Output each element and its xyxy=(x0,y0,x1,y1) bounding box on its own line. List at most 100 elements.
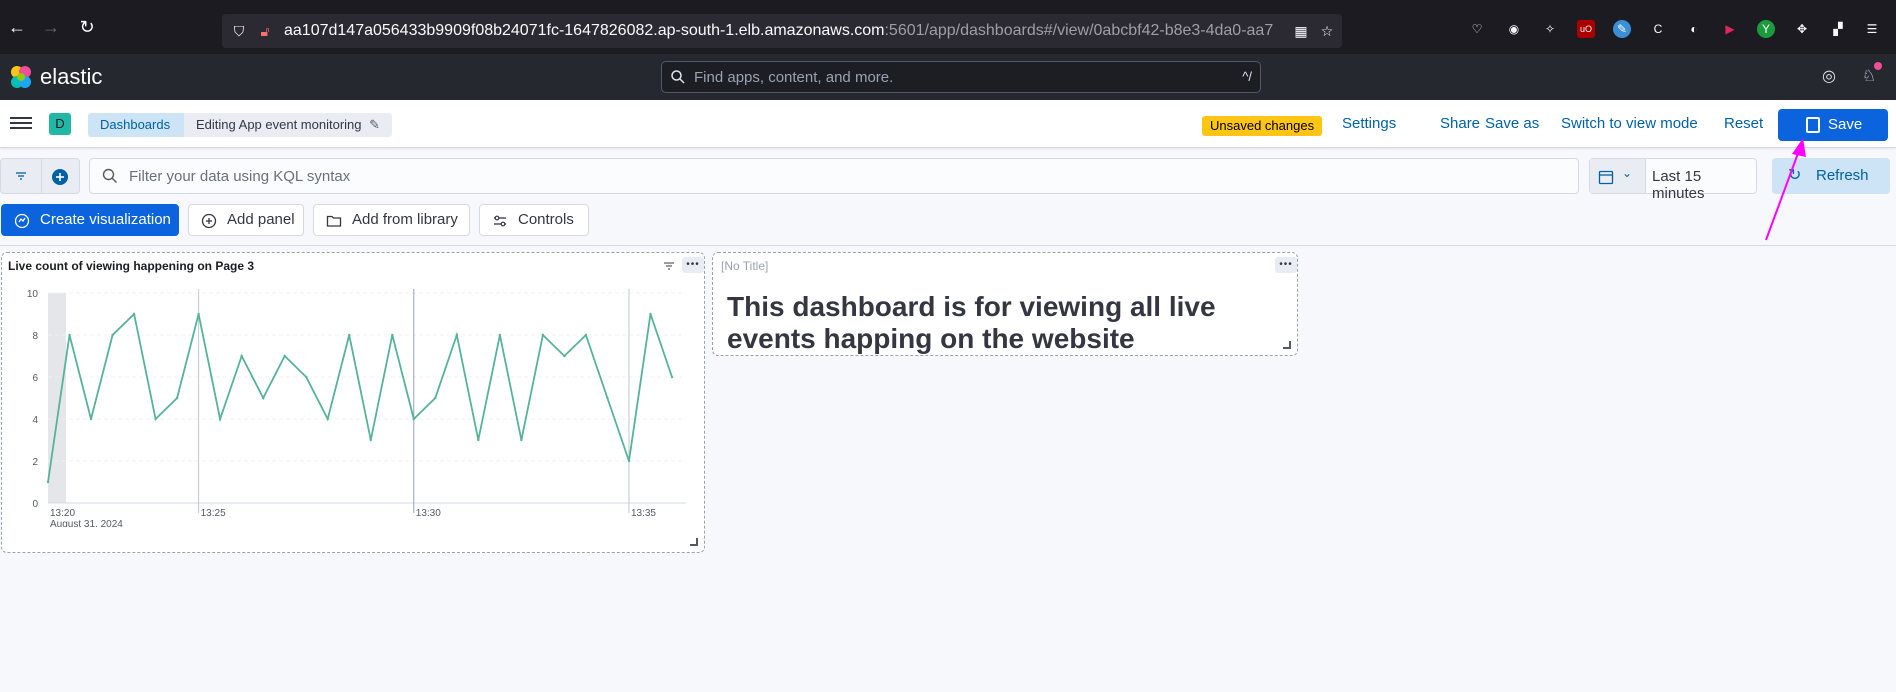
add-panel-label: Add panel xyxy=(227,211,295,228)
y-tick-label: 0 xyxy=(32,499,38,510)
resize-handle-icon[interactable] xyxy=(690,538,698,546)
url-bar[interactable]: ⛉ 🔓︎ aa107d147a056433b9909f08b24071fc-16… xyxy=(222,14,1342,48)
chart-panel-title: Live count of viewing happening on Page … xyxy=(8,259,255,273)
data-point xyxy=(240,354,243,358)
y-tick-label: 8 xyxy=(32,331,38,342)
brand-name[interactable]: elastic xyxy=(40,64,102,90)
extension-blue-icon[interactable]: ✎ xyxy=(1613,20,1631,38)
refresh-button[interactable]: ↻ Refresh xyxy=(1772,158,1890,194)
markdown-panel[interactable]: [No Title] ••• This dashboard is for vie… xyxy=(712,252,1298,356)
save-button-label: Save xyxy=(1828,116,1863,133)
panel-options-icon[interactable]: ••• xyxy=(1275,257,1297,273)
search-shortcut: ^/ xyxy=(1242,69,1252,84)
extension-green-icon[interactable]: Y xyxy=(1757,20,1775,38)
switch-to-view-mode-link[interactable]: Switch to view mode xyxy=(1561,115,1698,132)
data-point xyxy=(520,438,523,442)
breadcrumb-dashboards[interactable]: Dashboards xyxy=(88,113,185,137)
breadcrumb-current[interactable]: Editing App event monitoring ✎ xyxy=(184,113,393,137)
calendar-icon xyxy=(1598,170,1614,185)
toolbar-divider xyxy=(0,245,1896,246)
search-icon xyxy=(102,168,117,183)
panel-options-icon[interactable]: ••• xyxy=(682,257,704,273)
controls-button[interactable]: Controls xyxy=(479,204,589,236)
dashboard-app-bar: D Dashboards Editing App event monitorin… xyxy=(0,100,1896,148)
data-point xyxy=(218,417,222,421)
back-icon[interactable]: ← xyxy=(6,16,28,38)
hamburger-menu-icon[interactable] xyxy=(10,114,32,134)
reload-icon[interactable]: ↻ xyxy=(76,16,98,38)
extension-play-icon[interactable]: ▶ xyxy=(1721,20,1739,38)
elastic-logo-icon[interactable] xyxy=(8,64,34,90)
data-point xyxy=(132,312,136,316)
y-tick-label: 6 xyxy=(32,373,38,384)
data-point xyxy=(477,438,480,442)
extensions-icon[interactable]: ✧ xyxy=(1541,20,1559,38)
data-point xyxy=(369,438,372,442)
save-button[interactable]: Save xyxy=(1778,109,1888,141)
add-from-library-label: Add from library xyxy=(352,211,458,228)
pocket-icon[interactable]: ♡ xyxy=(1468,20,1486,38)
breadcrumb-current-label: Editing App event monitoring xyxy=(196,117,362,132)
shield-icon[interactable]: ⛉ xyxy=(230,22,248,40)
x-tick-label: 13:25 xyxy=(201,508,226,519)
data-point xyxy=(197,312,200,316)
create-visualization-label: Create visualization xyxy=(40,211,171,228)
quick-menu-button[interactable]: ⌄ xyxy=(1590,159,1646,193)
reset-link[interactable]: Reset xyxy=(1724,115,1763,132)
settings-link[interactable]: Settings xyxy=(1342,115,1396,132)
global-search-input[interactable]: Find apps, content, and more. ^/ xyxy=(661,61,1261,93)
save-as-link[interactable]: Save as xyxy=(1485,115,1539,132)
create-visualization-button[interactable]: Create visualization xyxy=(1,204,179,236)
kql-placeholder: Filter your data using KQL syntax xyxy=(129,168,351,185)
insecure-lock-icon[interactable]: 🔓︎ xyxy=(256,22,274,40)
account-icon[interactable]: ◉ xyxy=(1505,20,1523,38)
space-avatar[interactable]: D xyxy=(49,113,71,135)
ublock-icon[interactable]: uO xyxy=(1577,20,1595,38)
save-icon xyxy=(1806,117,1820,133)
kql-search-input[interactable]: Filter your data using KQL syntax xyxy=(89,158,1579,194)
extension-squares-icon[interactable]: ▞ xyxy=(1829,20,1847,38)
resize-handle-icon[interactable] xyxy=(1283,341,1291,349)
add-from-library-button[interactable]: Add from library xyxy=(313,204,470,236)
date-picker[interactable]: ⌄ Last 15 minutes xyxy=(1589,158,1757,202)
series-line xyxy=(47,312,673,483)
data-point xyxy=(455,333,459,337)
data-point xyxy=(305,375,308,379)
refresh-icon: ↻ xyxy=(1788,167,1802,184)
filter-menu-icon[interactable] xyxy=(13,169,29,183)
extension-palette-icon[interactable]: ◐ xyxy=(1685,20,1703,38)
url-text[interactable]: aa107d147a056433b9909f08b24071fc-1647826… xyxy=(284,22,1284,40)
panel-filter-icon[interactable] xyxy=(663,261,675,271)
data-point xyxy=(434,396,437,400)
bookmark-star-icon[interactable]: ☆ xyxy=(1318,22,1336,40)
extension-c-icon[interactable]: C xyxy=(1649,20,1667,38)
extension-puzzle-icon[interactable]: ✥ xyxy=(1793,20,1811,38)
help-icon[interactable]: ◎ xyxy=(1818,66,1840,88)
chart-panel[interactable]: Live count of viewing happening on Page … xyxy=(1,252,705,553)
refresh-label: Refresh xyxy=(1816,167,1869,184)
controls-icon xyxy=(494,215,506,227)
data-point xyxy=(283,354,286,358)
data-point xyxy=(348,333,351,337)
share-link[interactable]: Share xyxy=(1440,115,1480,132)
markdown-text: This dashboard is for viewing all live e… xyxy=(727,291,1216,354)
browser-toolbar: ← → ↻ ⛉ 🔓︎ aa107d147a056433b9909f08b2407… xyxy=(0,0,1896,54)
data-point xyxy=(412,417,415,421)
app-menu-icon[interactable]: ☰ xyxy=(1863,20,1881,38)
url-host: aa107d147a056433b9909f08b24071fc-1647826… xyxy=(284,22,885,39)
data-point xyxy=(175,396,179,400)
kibana-header: elastic Find apps, content, and more. ^/… xyxy=(0,54,1896,100)
time-range-label[interactable]: Last 15 minutes xyxy=(1652,168,1756,202)
data-point xyxy=(111,333,114,337)
data-point xyxy=(68,333,71,337)
search-icon xyxy=(671,70,685,84)
add-filter-icon[interactable] xyxy=(51,168,69,186)
data-point xyxy=(627,459,631,463)
search-placeholder: Find apps, content, and more. xyxy=(694,69,894,86)
add-panel-button[interactable]: Add panel xyxy=(188,204,304,236)
grid-icon[interactable]: ▦ xyxy=(1292,22,1310,40)
data-point xyxy=(154,417,157,421)
forward-icon[interactable]: → xyxy=(40,16,62,38)
plus-circle-icon xyxy=(201,213,217,229)
y-tick-label: 2 xyxy=(32,457,38,468)
